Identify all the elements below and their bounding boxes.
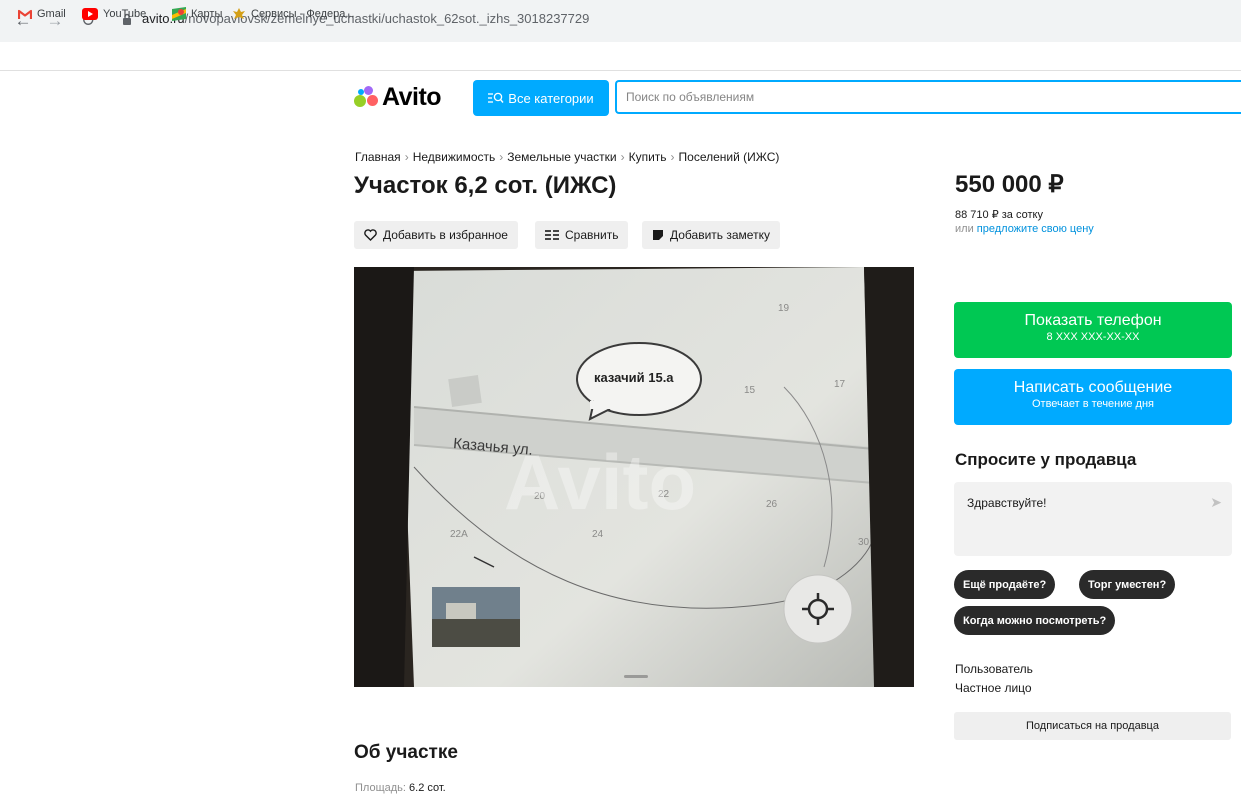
bookmarks-bar xyxy=(0,44,1241,71)
breadcrumb-item[interactable]: Купить xyxy=(629,150,667,164)
add-note-button[interactable]: Добавить заметку xyxy=(642,221,780,249)
bookmark-label: YouTube xyxy=(103,8,147,20)
add-note-label: Добавить заметку xyxy=(670,228,770,242)
avito-watermark: Avito xyxy=(504,438,697,526)
quick-question-chip[interactable]: Торг уместен? xyxy=(1079,570,1176,599)
compare-icon xyxy=(545,230,559,240)
ask-seller-heading: Спросите у продавца xyxy=(955,450,1137,469)
offer-prefix: или xyxy=(955,223,974,235)
search-box[interactable] xyxy=(615,80,1241,114)
bookmark-maps[interactable]: Карты xyxy=(172,6,222,22)
add-favorite-button[interactable]: Добавить в избранное xyxy=(354,221,518,249)
masked-phone: 8 XXX XXX-XX-XX xyxy=(1046,331,1140,343)
logo-text: Avito xyxy=(382,82,442,111)
avito-logo[interactable]: Avito xyxy=(354,82,442,112)
map-house-number: 19 xyxy=(778,303,790,314)
map-house-number: 17 xyxy=(834,379,846,390)
compare-button[interactable]: Сравнить xyxy=(535,221,629,249)
offer-price-link[interactable]: предложите свою цену xyxy=(977,223,1094,235)
youtube-icon xyxy=(82,8,98,20)
gmail-icon xyxy=(18,9,32,19)
all-categories-label: Все категории xyxy=(508,90,594,106)
map-house-number: 26 xyxy=(766,499,778,510)
subscribe-seller-button[interactable]: Подписаться на продавца xyxy=(954,712,1231,740)
ask-seller-input[interactable]: Здравствуйте! ➤ xyxy=(954,482,1232,556)
note-icon xyxy=(653,230,663,240)
heart-icon xyxy=(364,229,377,241)
write-message-label: Написать сообщение xyxy=(1013,379,1173,396)
about-heading: Об участке xyxy=(354,742,458,763)
breadcrumb-item[interactable]: Земельные участки xyxy=(507,150,616,164)
listing-photo[interactable]: казачий 15.а Казачья ул. 19 15 17 20 22 … xyxy=(354,267,914,687)
breadcrumb-item[interactable]: Поселений (ИЖС) xyxy=(679,150,780,164)
maps-icon xyxy=(172,7,186,21)
area-value: 6.2 сот. xyxy=(409,782,446,794)
show-phone-button[interactable]: Показать телефон 8 XXX XXX-XX-XX xyxy=(954,302,1232,358)
send-icon[interactable]: ➤ xyxy=(1210,494,1222,511)
map-house-number: 15 xyxy=(744,385,756,396)
compare-label: Сравнить xyxy=(565,228,619,242)
breadcrumb: Главная › Недвижимость › Земельные участки… xyxy=(355,150,779,164)
bookmark-services[interactable]: Сервисы - Федера... xyxy=(232,6,355,22)
chevron-right-icon: › xyxy=(620,150,625,164)
seller-type: Частное лицо xyxy=(955,681,1032,695)
emblem-icon xyxy=(233,8,245,19)
all-categories-button[interactable]: Все категории xyxy=(473,80,609,116)
bookmark-label: Сервисы - Федера... xyxy=(251,8,355,20)
price: 550 000 ₽ xyxy=(955,171,1064,198)
map-bubble-text: казачий 15.а xyxy=(594,370,674,385)
chevron-right-icon: › xyxy=(404,150,409,164)
seller-name[interactable]: Пользователь xyxy=(955,662,1033,676)
map-house-number: 22А xyxy=(450,529,468,540)
price-per-sotka: 88 710 ₽ за сотку xyxy=(955,209,1043,221)
bookmark-youtube[interactable]: YouTube xyxy=(82,6,146,22)
bookmark-label: Gmail xyxy=(37,8,66,20)
logo-dots-icon xyxy=(354,86,378,108)
map-house-number: 30 xyxy=(858,537,870,548)
bookmark-gmail[interactable]: Gmail xyxy=(18,6,66,22)
categories-search-icon xyxy=(488,92,504,103)
breadcrumb-item[interactable]: Главная xyxy=(355,150,401,164)
quick-question-chip[interactable]: Ещё продаёте? xyxy=(954,570,1056,599)
area-label: Площадь: xyxy=(355,782,406,794)
write-message-button[interactable]: Написать сообщение Отвечает в течение дн… xyxy=(954,369,1232,425)
response-time: Отвечает в течение дня xyxy=(1031,398,1155,410)
add-favorite-label: Добавить в избранное xyxy=(383,228,508,242)
chevron-right-icon: › xyxy=(670,150,675,164)
area-param: Площадь: 6.2 сот. xyxy=(355,782,446,794)
breadcrumb-item[interactable]: Недвижимость xyxy=(413,150,496,164)
quick-question-chip[interactable]: Когда можно посмотреть? xyxy=(954,606,1116,635)
page-title: Участок 6,2 сот. (ИЖС) xyxy=(354,172,617,199)
show-phone-label: Показать телефон xyxy=(1024,312,1162,329)
bookmark-label: Карты xyxy=(191,8,223,20)
offer-price-line: или предложите свою цену xyxy=(955,223,1094,235)
search-input[interactable] xyxy=(617,82,1235,112)
chevron-right-icon: › xyxy=(499,150,504,164)
ask-seller-text: Здравствуйте! xyxy=(967,496,1047,510)
map-house-number: 24 xyxy=(592,529,604,540)
